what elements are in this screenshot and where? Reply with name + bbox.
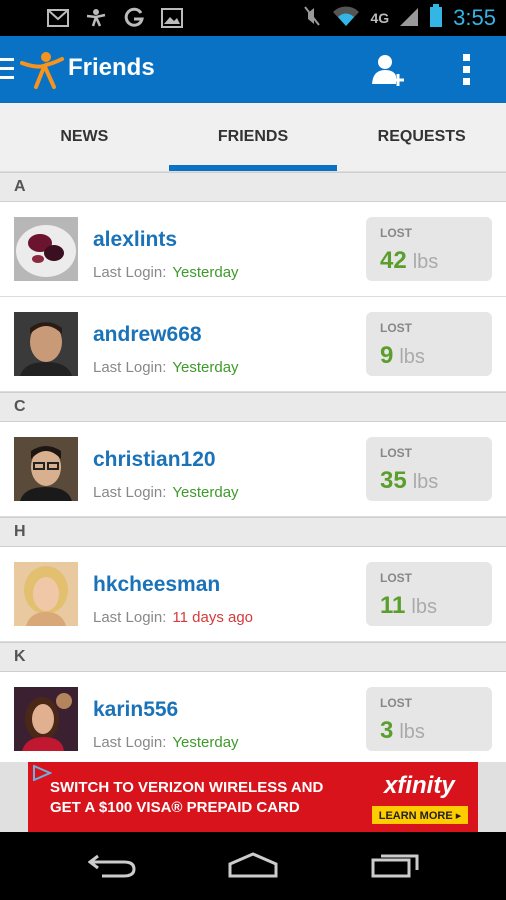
weight-lost-badge: LOST 9 lbs [366,312,492,376]
avatar [14,217,78,281]
signal-icon [399,5,419,32]
tab-friends[interactable]: FRIENDS [168,103,338,171]
friend-row[interactable]: karin556 Last Login: Yesterday LOST 3 lbs [0,672,506,762]
status-bar: 4G 3:55 [0,0,506,36]
last-login-value: Yesterday [172,734,239,751]
clock: 3:55 [453,5,496,30]
friend-row[interactable]: christian120 Last Login: Yesterday LOST 3… [0,422,506,517]
tab-news[interactable]: NEWS [0,103,169,171]
lost-label: LOST [380,571,412,585]
wifi-icon [332,5,360,32]
last-login-value: Yesterday [172,359,239,376]
lost-label: LOST [380,226,412,240]
section-header: A [0,172,506,202]
weight-lost-badge: LOST 35 lbs [366,437,492,501]
last-login: Last Login: Yesterday [93,359,239,376]
google-icon [122,7,146,29]
overflow-icon[interactable] [460,54,472,88]
username[interactable]: hkcheesman [93,573,220,597]
avatar [14,437,78,501]
username[interactable]: karin556 [93,698,178,722]
gmail-icon [46,7,70,29]
username[interactable]: alexlints [93,228,177,252]
lost-unit: lbs [399,721,425,743]
weight-lost-badge: LOST 11 lbs [366,562,492,626]
ad-container: SWITCH TO VERIZON WIRELESS AND GET A $10… [0,762,506,832]
lost-value: 42 [380,247,407,274]
back-icon[interactable] [87,852,136,878]
image-icon [160,7,184,29]
username[interactable]: andrew668 [93,323,202,347]
lost-label: LOST [380,446,412,460]
friends-list[interactable]: A alexlints Last Login: Yesterday LOST 42… [0,172,506,762]
lost-unit: lbs [399,346,425,368]
last-login: Last Login: Yesterday [93,484,239,501]
ad-learn-more-button[interactable]: LEARN MORE ▸ [372,806,468,824]
system-nav-bar [0,832,506,900]
last-login-value: 11 days ago [172,609,254,626]
lost-label: LOST [380,696,412,710]
ad-subline: GET A $100 VISA® PREPAID CARD [50,799,300,816]
network-type: 4G [370,10,390,26]
last-login-label: Last Login: [93,734,167,751]
add-friend-icon[interactable] [370,52,406,88]
friend-row[interactable]: alexlints Last Login: Yesterday LOST 42 lb… [0,202,506,297]
mute-icon [302,5,322,32]
section-header: C [0,392,506,422]
last-login: Last Login: Yesterday [93,734,239,751]
battery-icon [429,3,443,33]
friend-row[interactable]: andrew668 Last Login: Yesterday LOST 9 lbs [0,297,506,392]
page-title: Friends [68,54,155,81]
last-login: Last Login: Yesterday [93,264,239,281]
last-login-label: Last Login: [93,609,167,626]
last-login-label: Last Login: [93,359,167,376]
lost-value: 3 [380,717,394,744]
lost-unit: lbs [412,251,439,273]
ad-brand-logo: xfinity [384,772,455,799]
menu-icon[interactable] [0,58,14,82]
lost-value: 35 [380,467,407,494]
last-login-label: Last Login: [93,264,167,281]
section-header: H [0,517,506,547]
last-login-label: Last Login: [93,484,167,501]
app-logo-icon[interactable] [18,51,64,91]
weight-lost-badge: LOST 42 lbs [366,217,492,281]
username[interactable]: christian120 [93,448,216,472]
recent-apps-icon[interactable] [371,850,421,878]
ad-headline: SWITCH TO VERIZON WIRELESS AND [50,779,324,796]
section-header: K [0,642,506,672]
last-login: Last Login: 11 days ago [93,609,253,626]
weight-lost-badge: LOST 3 lbs [366,687,492,751]
friend-row[interactable]: hkcheesman Last Login: 11 days ago LOST 1… [0,547,506,642]
avatar [14,687,78,751]
ad-choices-icon[interactable] [32,764,53,782]
tab-requests[interactable]: REQUESTS [337,103,506,171]
ad-banner[interactable]: SWITCH TO VERIZON WIRELESS AND GET A $10… [28,762,478,832]
sports-icon [84,7,108,29]
lost-unit: lbs [411,596,437,618]
avatar [14,562,78,626]
action-bar: Friends [0,36,506,103]
home-icon[interactable] [228,852,278,878]
lost-value: 9 [380,342,394,369]
lost-label: LOST [380,321,412,335]
last-login-value: Yesterday [172,484,239,501]
tab-bar: NEWS FRIENDS REQUESTS [0,103,506,172]
avatar [14,312,78,376]
lost-value: 11 [380,592,406,619]
lost-unit: lbs [412,471,439,493]
last-login-value: Yesterday [172,264,239,281]
